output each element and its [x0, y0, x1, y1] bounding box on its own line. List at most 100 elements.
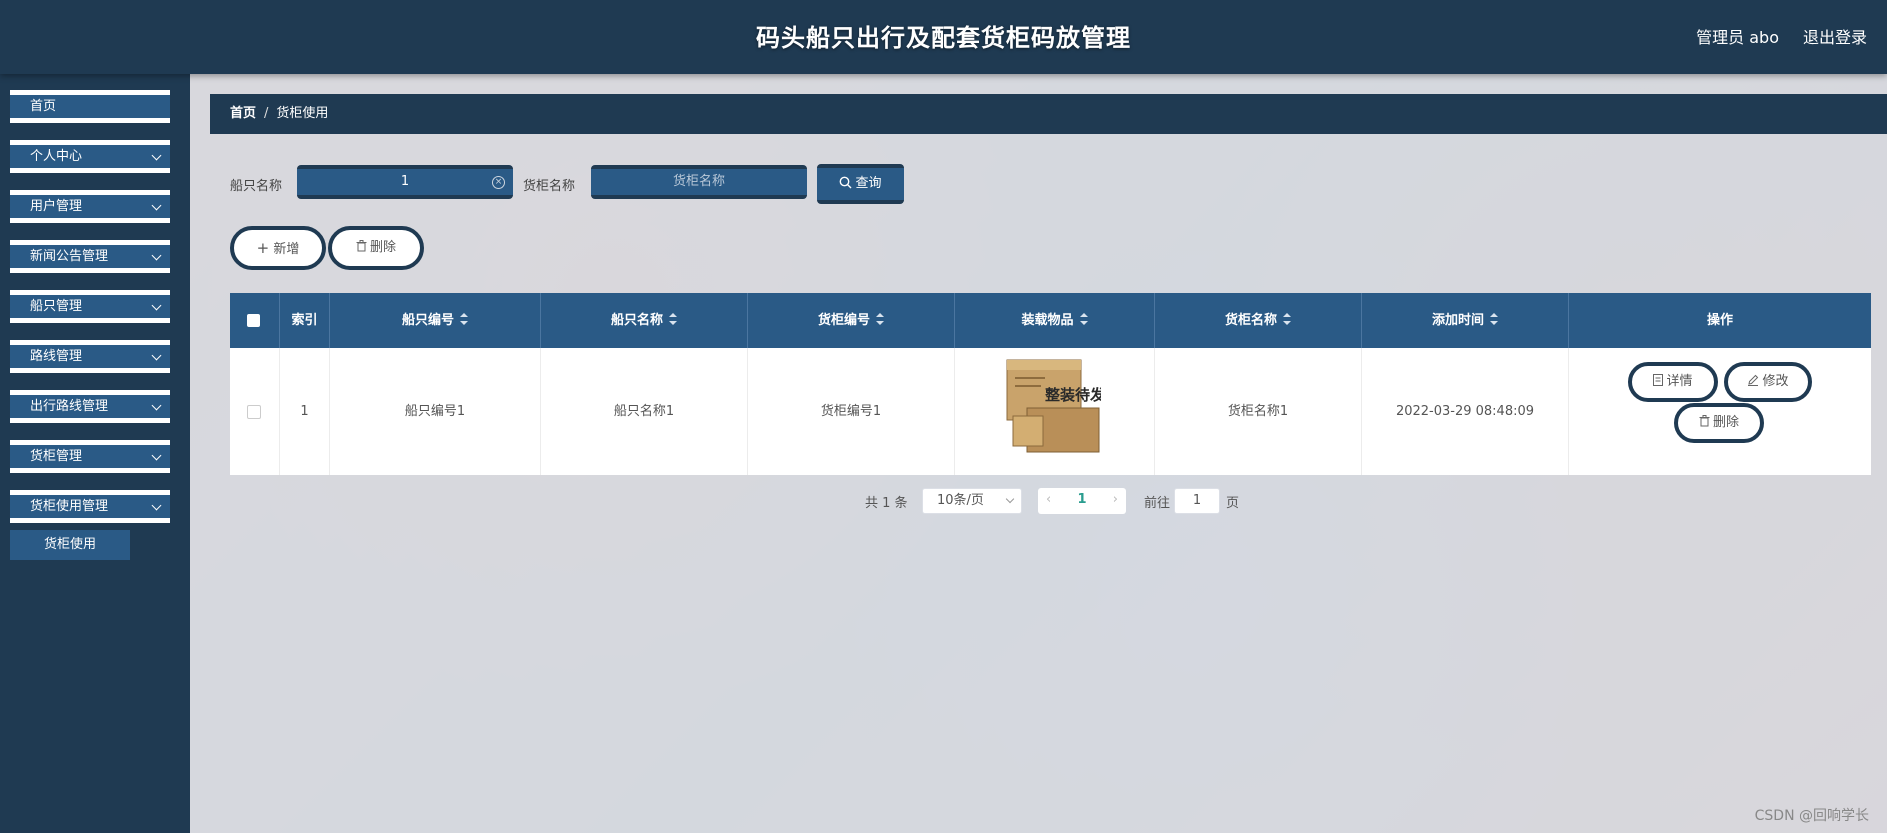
sidebar-item-label: 出行路线管理 [30, 399, 109, 414]
col-container-no[interactable]: 货柜编号 [748, 293, 955, 348]
sidebar-item-label: 路线管理 [30, 349, 83, 364]
ship-name-input[interactable]: 1 × [297, 165, 513, 199]
sidebar-item-label: 个人中心 [30, 149, 83, 164]
sidebar-item-news-management[interactable]: 新闻公告管理 [10, 240, 170, 273]
cell-index: 1 [280, 348, 330, 475]
goto-page-input[interactable]: 1 [1174, 488, 1220, 514]
sidebar: 首页 个人中心 用户管理 新闻公告管理 船只管理 路线管理 出行路线管理 货柜管… [0, 74, 190, 833]
next-page-icon[interactable]: › [1113, 488, 1118, 512]
chevron-down-icon [151, 350, 162, 361]
query-button[interactable]: 查询 [817, 164, 904, 204]
sidebar-item-label: 货柜管理 [30, 449, 83, 464]
goto-label: 前往 [1144, 496, 1171, 511]
col-container-no-label: 货柜编号 [817, 313, 870, 328]
current-page[interactable]: 1 [1077, 492, 1086, 507]
sidebar-item-ship-management[interactable]: 船只管理 [10, 290, 170, 323]
page-size-select[interactable]: 10条/页 [922, 488, 1022, 514]
row-delete-button[interactable]: 删除 [1674, 403, 1764, 443]
col-added-time-label: 添加时间 [1431, 313, 1484, 328]
goods-image-caption: 整装待发 [1045, 386, 1101, 404]
col-index: 索引 [280, 293, 330, 348]
logout-link[interactable]: 退出登录 [1803, 24, 1867, 48]
edit-icon [1748, 374, 1759, 386]
sort-icon[interactable] [1283, 313, 1291, 325]
sort-icon[interactable] [876, 313, 884, 325]
col-container-name[interactable]: 货柜名称 [1155, 293, 1362, 348]
col-goods[interactable]: 装载物品 [955, 293, 1155, 348]
cell-container-no: 货柜编号1 [748, 348, 955, 475]
ship-name-input-value: 1 [400, 174, 410, 189]
col-ship-name-label: 船只名称 [610, 313, 663, 328]
select-all-checkbox[interactable] [247, 314, 260, 327]
cell-goods: 整装待发 [955, 348, 1155, 475]
sidebar-item-container-management[interactable]: 货柜管理 [10, 440, 170, 473]
sidebar-item-user-management[interactable]: 用户管理 [10, 190, 170, 223]
sort-icon[interactable] [1490, 313, 1498, 325]
document-icon [1653, 374, 1664, 386]
col-added-time[interactable]: 添加时间 [1362, 293, 1569, 348]
prev-page-icon[interactable]: ‹ [1046, 488, 1051, 512]
sidebar-item-label: 船只管理 [30, 299, 83, 314]
breadcrumb: 首页 / 货柜使用 [210, 94, 1887, 134]
sidebar-item-trip-route-management[interactable]: 出行路线管理 [10, 390, 170, 423]
pagination-total: 共 1 条 [865, 496, 908, 511]
sort-icon[interactable] [669, 313, 677, 325]
row-checkbox[interactable] [247, 405, 261, 419]
search-icon [840, 176, 852, 189]
batch-delete-button-label: 删除 [369, 240, 396, 255]
trash-icon [1699, 415, 1710, 427]
cell-ship-no: 船只编号1 [330, 348, 541, 475]
container-name-label: 货柜名称 [523, 179, 576, 194]
chevron-down-icon [151, 300, 162, 311]
sidebar-item-home[interactable]: 首页 [10, 90, 170, 123]
clear-icon[interactable]: × [492, 176, 505, 189]
sort-icon[interactable] [460, 313, 468, 325]
top-header: 码头船只出行及配套货柜码放管理 管理员 abo 退出登录 [0, 0, 1887, 74]
page-size-value: 10条/页 [937, 493, 984, 508]
breadcrumb-home[interactable]: 首页 [230, 106, 256, 121]
sidebar-item-label: 新闻公告管理 [30, 249, 109, 264]
table-header: 索引 船只编号 船只名称 货柜编号 装载物品 货柜名称 添加时间 操作 [230, 293, 1871, 348]
sidebar-item-container-usage-management[interactable]: 货柜使用管理 [10, 490, 170, 523]
chevron-down-icon [151, 250, 162, 261]
app-title: 码头船只出行及配套货柜码放管理 [756, 24, 1131, 52]
watermark: CSDN @回响学长 [1754, 808, 1869, 824]
breadcrumb-separator: / [264, 106, 269, 121]
sidebar-subitem-container-usage[interactable]: 货柜使用 [10, 530, 130, 560]
detail-button-label: 详情 [1666, 374, 1693, 389]
trash-icon [356, 240, 367, 252]
cell-ops: 详情 修改 删除 [1569, 348, 1871, 475]
plus-icon: + [256, 239, 270, 257]
batch-delete-button[interactable]: 删除 [328, 226, 424, 270]
breadcrumb-current: 货柜使用 [276, 106, 329, 121]
add-button[interactable]: + 新增 [230, 226, 326, 270]
pager: ‹ 1 › [1038, 488, 1126, 514]
sidebar-item-personal-center[interactable]: 个人中心 [10, 140, 170, 173]
select-all-cell [230, 293, 280, 348]
cell-container-name: 货柜名称1 [1155, 348, 1362, 475]
cell-ship-name: 船只名称1 [541, 348, 748, 475]
goods-image[interactable]: 整装待发 [1005, 356, 1101, 456]
chevron-down-icon [151, 400, 162, 411]
chevron-down-icon [151, 150, 162, 161]
main-content: 首页 / 货柜使用 船只名称 1 × 货柜名称 货柜名称 查询 + 新增 删除 索引 [190, 74, 1887, 833]
sidebar-item-route-management[interactable]: 路线管理 [10, 340, 170, 373]
col-ops: 操作 [1706, 313, 1733, 328]
sidebar-item-label: 首页 [30, 99, 57, 114]
chevron-down-icon [151, 450, 162, 461]
col-ship-no[interactable]: 船只编号 [330, 293, 541, 348]
ship-name-label: 船只名称 [230, 179, 283, 194]
detail-button[interactable]: 详情 [1628, 362, 1718, 402]
sidebar-item-label: 用户管理 [30, 199, 83, 214]
pagination: 共 1 条 10条/页 ‹ 1 › 前往 1 页 [190, 488, 1887, 518]
row-select-cell [230, 348, 280, 475]
container-name-placeholder: 货柜名称 [672, 174, 725, 189]
sort-icon[interactable] [1079, 313, 1088, 325]
col-ship-name[interactable]: 船只名称 [541, 293, 748, 348]
col-container-name-label: 货柜名称 [1224, 313, 1277, 328]
edit-button[interactable]: 修改 [1724, 362, 1812, 402]
query-button-label: 查询 [855, 176, 882, 191]
container-name-input[interactable]: 货柜名称 [591, 165, 807, 199]
table-row: 1 船只编号1 船只名称1 货柜编号1 整装待发 货柜名称1 2022-03-2… [230, 348, 1871, 475]
chevron-down-icon [1005, 494, 1015, 504]
